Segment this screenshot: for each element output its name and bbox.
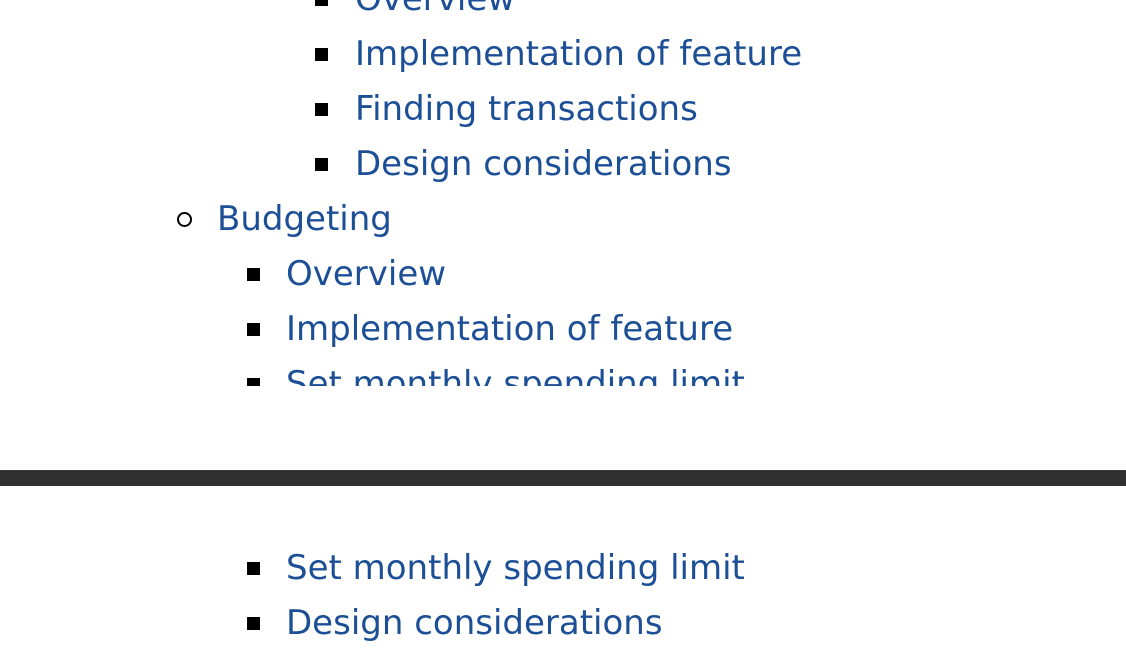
toc-link-budgeting-design-considerations[interactable]: Design considerations [286, 596, 663, 651]
toc-link-design-considerations[interactable]: Design considerations [355, 137, 732, 192]
square-bullet-icon [247, 617, 260, 630]
toc-link-set-monthly-spending-limit[interactable]: Set monthly spending limit [286, 357, 745, 386]
toc-link-set-monthly-spending-limit[interactable]: Set monthly spending limit [286, 541, 745, 596]
square-bullet-icon [247, 562, 260, 575]
square-bullet-icon [315, 158, 328, 171]
document-viewer: Overview Implementation of feature Findi… [0, 0, 1126, 660]
toc-link-implementation[interactable]: Implementation of feature [355, 27, 802, 82]
square-bullet-icon [247, 323, 260, 336]
toc-link-budgeting-implementation[interactable]: Implementation of feature [286, 302, 733, 357]
square-bullet-icon [315, 0, 328, 6]
toc-link-overview[interactable]: Overview [355, 0, 515, 27]
square-bullet-icon [247, 268, 260, 281]
toc-link-budgeting[interactable]: Budgeting [217, 192, 392, 247]
toc-link-budgeting-overview[interactable]: Overview [286, 247, 446, 302]
split-pane-divider[interactable] [0, 470, 1126, 486]
top-pane[interactable]: Overview Implementation of feature Findi… [0, 0, 1126, 386]
circle-bullet-icon [177, 212, 192, 227]
toc-link-finding-transactions[interactable]: Finding transactions [355, 82, 698, 137]
bottom-pane[interactable]: Set monthly spending limit Design consid… [0, 486, 1126, 660]
square-bullet-icon [315, 103, 328, 116]
square-bullet-icon [247, 378, 260, 386]
square-bullet-icon [315, 48, 328, 61]
